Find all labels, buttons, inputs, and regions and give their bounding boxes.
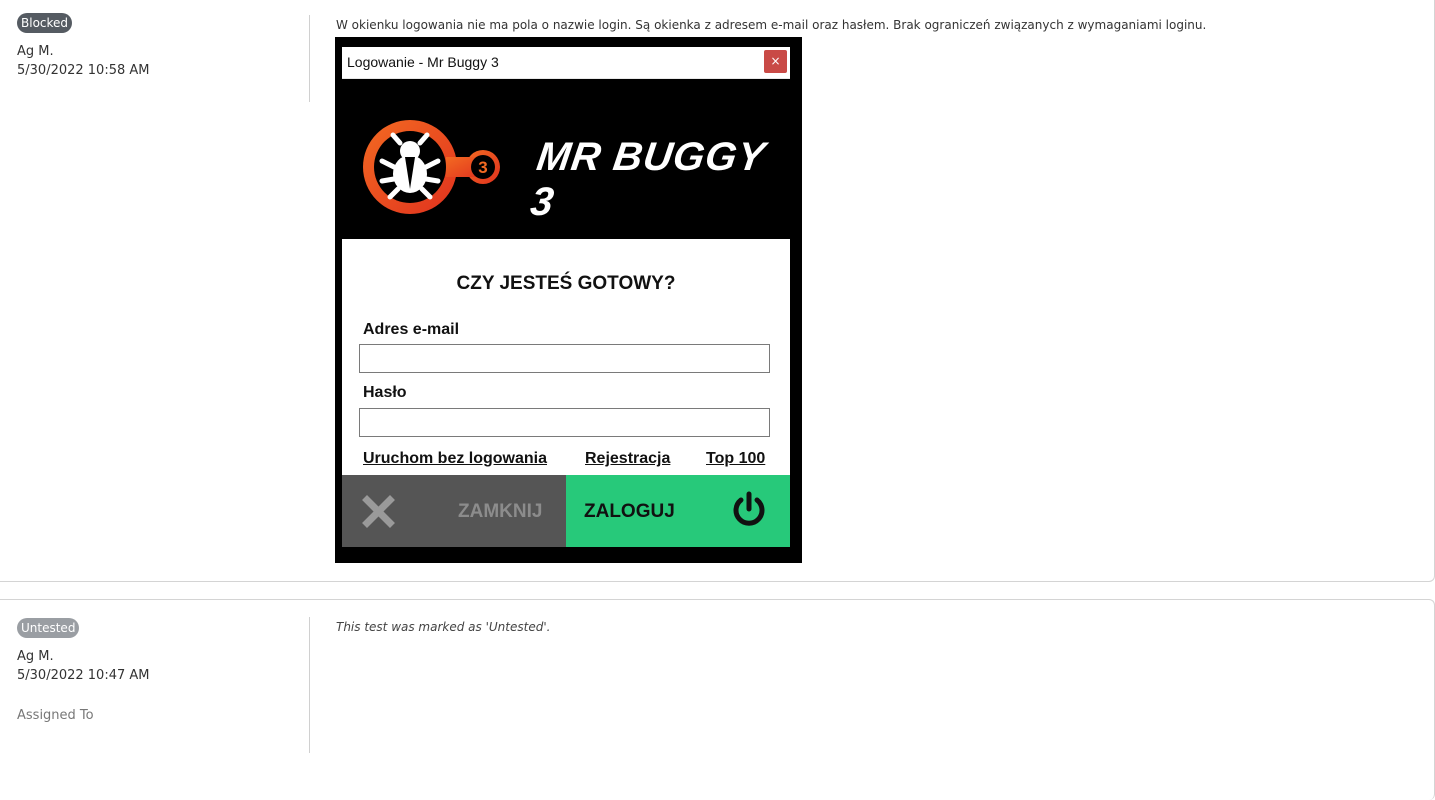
close-button[interactable]: ZAMKNIJ <box>342 475 566 547</box>
power-icon <box>733 491 765 526</box>
attached-screenshot[interactable]: Logowanie - Mr Buggy 3 × 3 MR BUGGY 3 CZ… <box>335 37 802 563</box>
assigned-to-label: Assigned To <box>17 708 94 723</box>
logo-number: 3 <box>478 158 487 177</box>
login-button-label: ZALOGUJ <box>584 501 675 522</box>
close-button-label: ZAMKNIJ <box>458 501 543 522</box>
x-icon <box>362 495 395 528</box>
bug-icon: 3 <box>363 120 500 214</box>
result-entry: Untested Ag M. 5/30/2022 10:47 AM Assign… <box>0 599 1435 800</box>
run-without-login-link[interactable]: Uruchom bez logowania <box>363 450 547 468</box>
email-label: Adres e-mail <box>363 321 460 338</box>
timestamp: 5/30/2022 10:58 AM <box>17 63 150 78</box>
window-title: Logowanie - Mr Buggy 3 <box>347 54 499 70</box>
form-heading: CZY JESTEŚ GOTOWY? <box>456 273 676 294</box>
status-badge: Blocked <box>17 13 73 33</box>
login-button[interactable]: ZALOGUJ <box>566 475 790 547</box>
password-label: Hasło <box>363 384 407 401</box>
top100-link[interactable]: Top 100 <box>706 450 765 468</box>
entry-meta: Untested Ag M. 5/30/2022 10:47 AM Assign… <box>17 618 297 725</box>
logo-banner: 3 MR BUGGY 3 <box>342 79 790 239</box>
result-entry: Blocked Ag M. 5/30/2022 10:58 AM W okien… <box>0 0 1435 582</box>
entry-meta: Blocked Ag M. 5/30/2022 10:58 AM <box>17 13 297 80</box>
column-divider <box>309 15 310 102</box>
author-name: Ag M. <box>17 649 54 664</box>
window-close-icon: × <box>764 50 787 73</box>
login-window: Logowanie - Mr Buggy 3 × 3 MR BUGGY 3 CZ… <box>342 47 790 547</box>
email-field[interactable] <box>359 344 770 373</box>
password-field[interactable] <box>359 408 770 437</box>
comment-text: This test was marked as 'Untested'. <box>336 620 551 634</box>
author-name: Ag M. <box>17 44 54 59</box>
window-titlebar: Logowanie - Mr Buggy 3 × <box>342 47 790 79</box>
brand-logo-text: MR BUGGY 3 <box>527 135 768 224</box>
timestamp: 5/30/2022 10:47 AM <box>17 668 150 683</box>
status-badge: Untested <box>17 618 80 638</box>
register-link[interactable]: Rejestracja <box>585 450 670 468</box>
column-divider <box>309 617 310 753</box>
comment-text: W okienku logowania nie ma pola o nazwie… <box>336 18 1207 32</box>
